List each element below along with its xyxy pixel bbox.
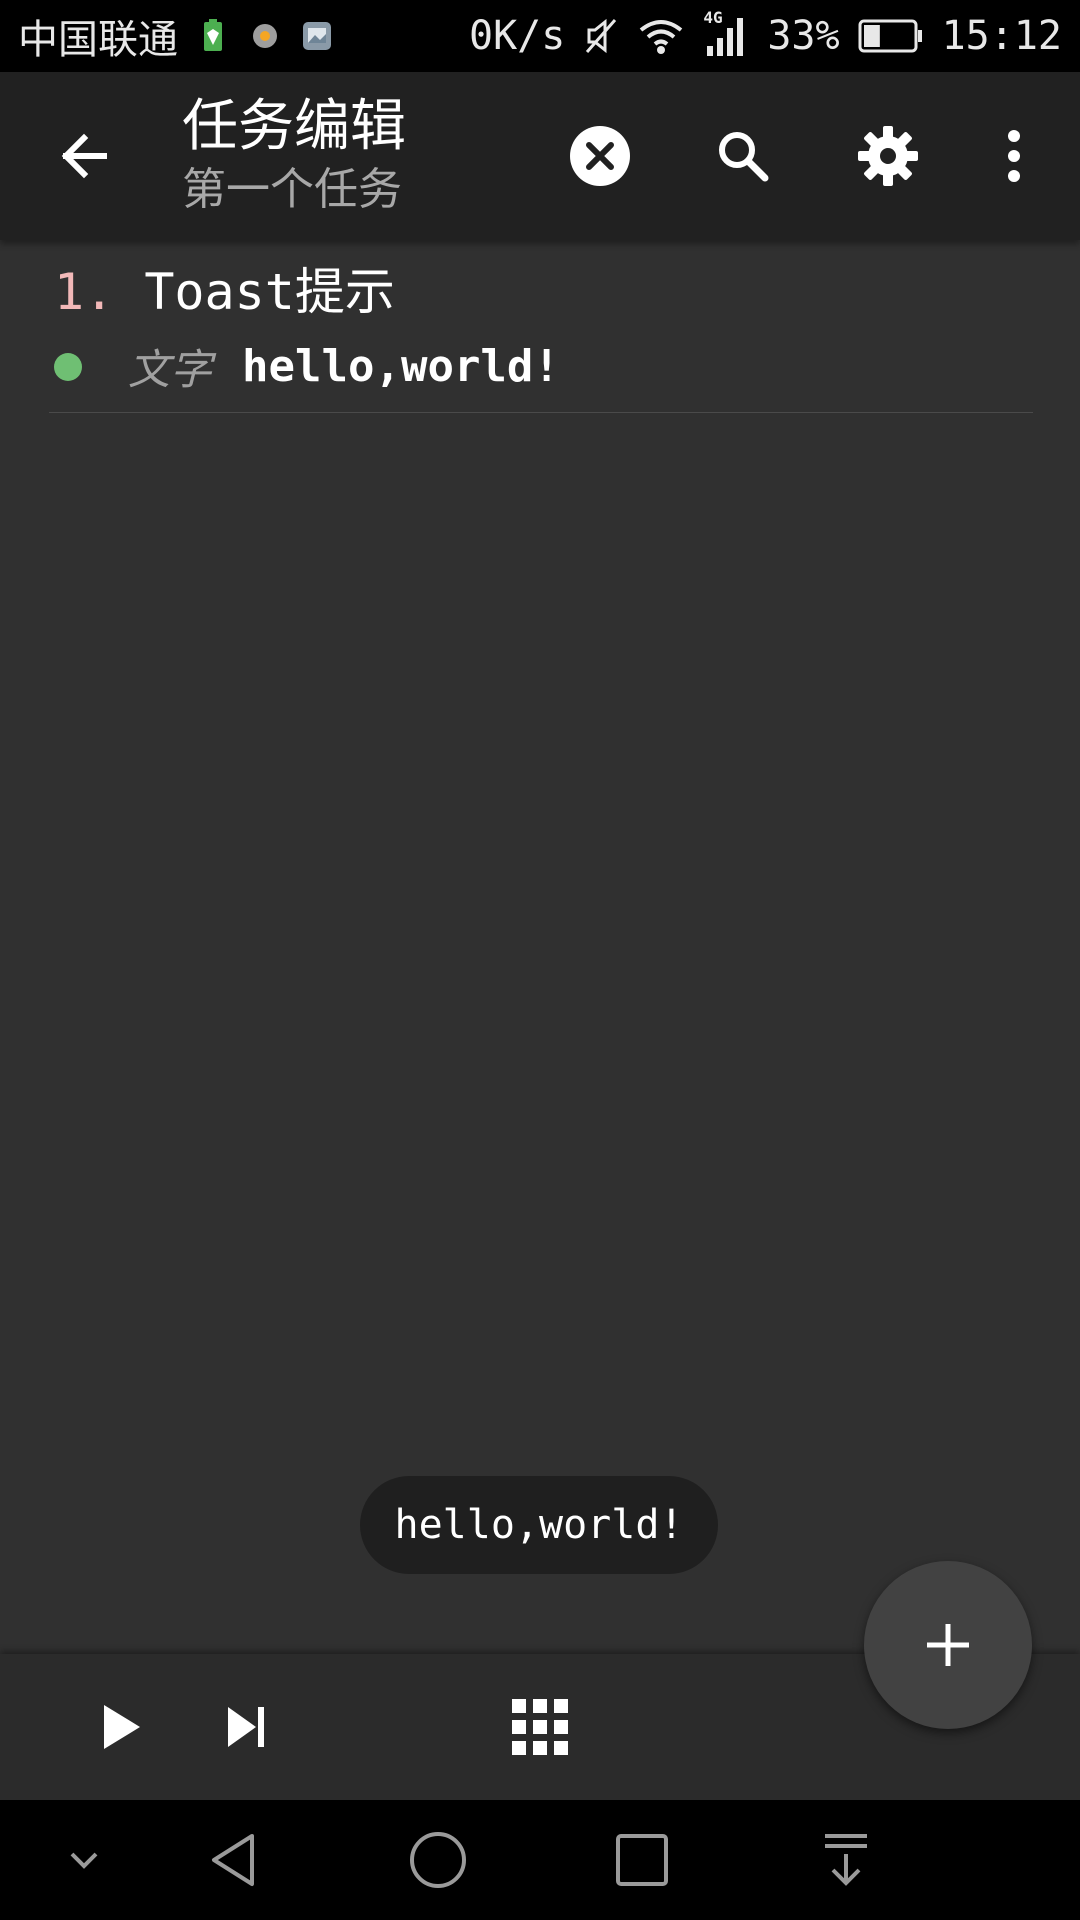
mute-icon — [586, 18, 617, 54]
grid-icon — [512, 1699, 568, 1755]
grid-button[interactable] — [500, 1687, 580, 1767]
status-bar: 中国联通 0K/s 4G 33% 15:12 — [0, 0, 1080, 72]
toast-message: hello,world! — [360, 1476, 718, 1574]
battery-fill — [863, 25, 880, 47]
app-toolbar: 任务编辑 第一个任务 — [0, 72, 1080, 240]
gallery-app-icon — [303, 22, 331, 50]
battery-icon — [858, 19, 922, 53]
pull-down-icon — [825, 1834, 867, 1886]
page-title: 任务编辑 — [182, 94, 406, 159]
close-button[interactable] — [560, 116, 640, 196]
signal-indicator: 4G — [703, 8, 749, 58]
status-dot — [54, 352, 82, 381]
run-button[interactable] — [78, 1687, 158, 1767]
page-subtitle: 第一个任务 — [182, 164, 402, 215]
chevron-down-icon — [70, 1852, 98, 1869]
recents-square-icon — [616, 1834, 668, 1886]
search-icon — [719, 132, 769, 182]
item-title: 1. Toast提示 — [54, 260, 395, 324]
back-arrow-icon — [61, 133, 107, 179]
battery-percent: 33% — [767, 13, 840, 59]
settings-button[interactable] — [848, 116, 928, 196]
play-icon — [104, 1705, 140, 1749]
list-item[interactable]: 1. Toast提示 文字 hello,world! — [0, 240, 1080, 414]
search-button[interactable] — [703, 116, 783, 196]
item-field-row: 文字 hello,world! — [54, 336, 560, 397]
carrier-label: 中国联通 — [18, 17, 178, 63]
skip-next-icon — [228, 1707, 264, 1747]
title-block: 任务编辑 第一个任务 — [182, 92, 406, 218]
item-index: 1. — [54, 263, 115, 321]
clock: 15:12 — [941, 13, 1062, 59]
item-name: Toast提示 — [144, 263, 395, 321]
system-nav-bar — [0, 1800, 1080, 1920]
nav-home-button[interactable] — [398, 1820, 478, 1900]
wifi-icon — [640, 20, 683, 54]
more-options-button[interactable] — [974, 116, 1054, 196]
plus-icon — [927, 1624, 969, 1666]
signal-icon — [707, 18, 744, 56]
nav-notification-button[interactable] — [806, 1820, 886, 1900]
divider — [49, 412, 1033, 413]
close-circle-icon — [570, 126, 630, 186]
battery-saver-icon — [204, 19, 222, 51]
back-button[interactable] — [44, 116, 124, 196]
nav-recents-button[interactable] — [602, 1820, 682, 1900]
nav-hide-button[interactable] — [44, 1820, 124, 1900]
net-speed: 0K/s — [469, 13, 566, 59]
home-circle-icon — [410, 1832, 466, 1888]
more-vert-icon — [1008, 130, 1020, 182]
step-button[interactable] — [206, 1687, 286, 1767]
field-label: 文字 — [128, 345, 213, 394]
gear-icon — [858, 126, 918, 186]
field-value: hello,world! — [242, 341, 560, 392]
back-triangle-icon — [212, 1834, 254, 1886]
nav-back-button[interactable] — [194, 1820, 274, 1900]
settings-app-icon — [253, 24, 277, 48]
add-action-button[interactable] — [864, 1561, 1032, 1729]
